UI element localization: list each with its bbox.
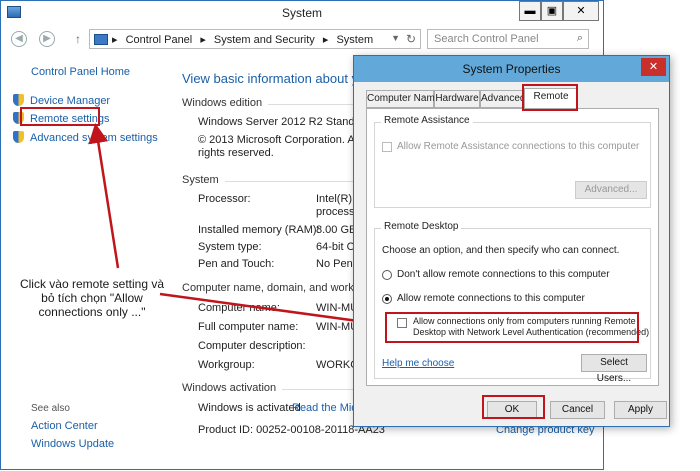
edition-section: Windows edition [182, 97, 469, 109]
forward-arrow-icon[interactable]: ▶ [39, 31, 55, 47]
select-users-button[interactable]: Select Users... [581, 354, 647, 384]
breadcrumb: ▸ Control Panel ▸ System and Security ▸ … [112, 34, 374, 46]
remote-assistance-checkbox-label: Allow Remote Assistance connections to t… [397, 141, 640, 152]
tab-hardware[interactable]: Hardware [434, 90, 480, 108]
maximize-button[interactable]: ▣ [541, 1, 563, 21]
memory-label: Installed memory (RAM): [198, 224, 320, 236]
search-placeholder: Search Control Panel [434, 33, 539, 45]
remote-tab-highlight [522, 84, 578, 111]
nla-checkbox-highlight [385, 312, 639, 343]
advanced-system-settings-link[interactable]: Advanced system settings [13, 131, 158, 144]
advanced-button[interactable]: Advanced... [575, 181, 647, 199]
allow-label: Allow remote connections to this compute… [397, 293, 585, 304]
remote-desktop-group: Remote Desktop Choose an option, and the… [374, 221, 651, 384]
system-properties-dialog: System Properties ✕ Computer Name Hardwa… [353, 55, 670, 427]
up-arrow-icon[interactable]: ↑ [75, 32, 81, 46]
chevron-down-icon[interactable]: ▼ [391, 33, 400, 43]
workgroup-label: Workgroup: [198, 359, 255, 371]
help-me-choose-link[interactable]: Help me choose [382, 358, 454, 369]
control-panel-icon [94, 34, 108, 45]
back-arrow-icon[interactable]: ◀ [11, 31, 27, 47]
system-section: System [182, 174, 423, 186]
dialog-title: System Properties [462, 62, 561, 76]
remote-assistance-group: Remote Assistance Allow Remote Assistanc… [374, 115, 651, 208]
copyright-line2: rights reserved. [198, 147, 274, 159]
window-title: System [281, 6, 322, 20]
tutorial-annotation: Click vào remote setting và bỏ tích chọn… [19, 277, 165, 319]
address-row: ◀ ▶ ↑ ▸ Control Panel ▸ System and Secur… [1, 27, 603, 51]
full-computer-name-label: Full computer name: [198, 321, 299, 333]
apply-button[interactable]: Apply [614, 401, 667, 419]
pen-touch-label: Pen and Touch: [198, 258, 275, 270]
shield-icon [13, 131, 24, 143]
remote-assistance-label: Remote Assistance [381, 115, 473, 126]
remote-desktop-intro: Choose an option, and then specify who c… [382, 245, 620, 256]
device-manager-link[interactable]: Device Manager [13, 94, 110, 107]
dialog-close-button[interactable]: ✕ [641, 58, 666, 76]
cancel-button[interactable]: Cancel [550, 401, 605, 419]
title-bar[interactable]: System ▬ ▣ ✕ [1, 1, 603, 25]
edition-name: Windows Server 2012 R2 Standard [198, 116, 371, 128]
tab-advanced[interactable]: Advanced [480, 90, 525, 108]
search-input[interactable]: Search Control Panel ⌕ [427, 29, 589, 49]
address-bar[interactable]: ▸ Control Panel ▸ System and Security ▸ … [89, 29, 421, 49]
allow-radio[interactable] [382, 294, 392, 304]
crumb-system-security[interactable]: System and Security [214, 34, 315, 46]
processor-label: Processor: [198, 193, 251, 205]
computer-description-label: Computer description: [198, 340, 306, 352]
minimize-button[interactable]: ▬ [519, 1, 541, 21]
page-title: View basic information about y [182, 71, 359, 86]
computer-name-value: WIN-MU [316, 302, 359, 314]
activation-status: Windows is activated [198, 402, 301, 414]
tab-computer-name[interactable]: Computer Name [366, 90, 440, 108]
crumb-control-panel[interactable]: Control Panel [126, 34, 193, 46]
dont-allow-label: Don't allow remote connections to this c… [397, 269, 610, 280]
name-section: Computer name, domain, and workgroup [182, 282, 588, 294]
close-button[interactable]: ✕ [563, 1, 599, 21]
remote-settings-highlight [20, 107, 100, 126]
full-computer-name-value: WIN-MU [316, 321, 359, 333]
remote-desktop-label: Remote Desktop [381, 221, 462, 232]
remote-tab-panel: Remote Assistance Allow Remote Assistanc… [366, 108, 659, 386]
refresh-icon[interactable]: ↻ [406, 32, 416, 46]
activation-section: Windows activation [182, 382, 483, 394]
windows-update-link[interactable]: Windows Update [31, 438, 114, 450]
system-type-label: System type: [198, 241, 262, 253]
action-center-link[interactable]: Action Center [31, 420, 98, 432]
dialog-title-bar[interactable]: System Properties ✕ [354, 56, 669, 82]
computer-name-label: Computer name: [198, 302, 280, 314]
dont-allow-radio[interactable] [382, 270, 392, 280]
see-also-heading: See also [31, 403, 70, 414]
control-panel-home-link[interactable]: Control Panel Home [31, 66, 130, 78]
search-icon[interactable]: ⌕ [577, 32, 583, 45]
memory-value: 8.00 GB [316, 224, 357, 236]
shield-icon [13, 94, 24, 106]
remote-assistance-checkbox[interactable] [382, 142, 392, 152]
crumb-system[interactable]: System [336, 34, 373, 46]
copyright-line1: © 2013 Microsoft Corporation. All [198, 134, 360, 146]
ok-button-highlight [482, 395, 545, 419]
